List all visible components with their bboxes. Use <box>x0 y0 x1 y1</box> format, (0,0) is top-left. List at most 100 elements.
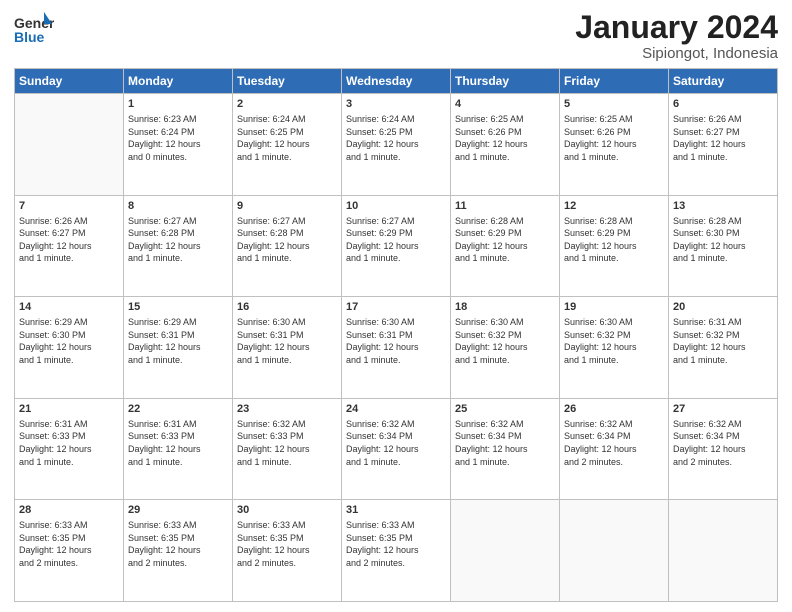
day-cell: 30Sunrise: 6:33 AM Sunset: 6:35 PM Dayli… <box>233 500 342 602</box>
day-cell: 20Sunrise: 6:31 AM Sunset: 6:32 PM Dayli… <box>669 297 778 399</box>
day-cell <box>669 500 778 602</box>
day-header-friday: Friday <box>560 69 669 94</box>
day-number: 12 <box>564 199 664 214</box>
day-cell: 18Sunrise: 6:30 AM Sunset: 6:32 PM Dayli… <box>451 297 560 399</box>
day-number: 30 <box>237 503 337 518</box>
day-cell: 2Sunrise: 6:24 AM Sunset: 6:25 PM Daylig… <box>233 94 342 196</box>
day-info: Sunrise: 6:30 AM Sunset: 6:31 PM Dayligh… <box>237 316 337 366</box>
day-info: Sunrise: 6:29 AM Sunset: 6:31 PM Dayligh… <box>128 316 228 366</box>
day-cell: 8Sunrise: 6:27 AM Sunset: 6:28 PM Daylig… <box>124 195 233 297</box>
day-info: Sunrise: 6:30 AM Sunset: 6:32 PM Dayligh… <box>455 316 555 366</box>
day-number: 13 <box>673 199 773 214</box>
day-header-thursday: Thursday <box>451 69 560 94</box>
day-header-saturday: Saturday <box>669 69 778 94</box>
day-number: 7 <box>19 199 119 214</box>
day-info: Sunrise: 6:33 AM Sunset: 6:35 PM Dayligh… <box>346 519 446 569</box>
day-cell: 4Sunrise: 6:25 AM Sunset: 6:26 PM Daylig… <box>451 94 560 196</box>
day-info: Sunrise: 6:24 AM Sunset: 6:25 PM Dayligh… <box>237 113 337 163</box>
day-cell: 15Sunrise: 6:29 AM Sunset: 6:31 PM Dayli… <box>124 297 233 399</box>
day-header-tuesday: Tuesday <box>233 69 342 94</box>
day-cell: 12Sunrise: 6:28 AM Sunset: 6:29 PM Dayli… <box>560 195 669 297</box>
day-number: 15 <box>128 300 228 315</box>
day-cell: 27Sunrise: 6:32 AM Sunset: 6:34 PM Dayli… <box>669 398 778 500</box>
day-info: Sunrise: 6:33 AM Sunset: 6:35 PM Dayligh… <box>19 519 119 569</box>
day-header-monday: Monday <box>124 69 233 94</box>
calendar-table: SundayMondayTuesdayWednesdayThursdayFrid… <box>14 68 778 602</box>
header-row: SundayMondayTuesdayWednesdayThursdayFrid… <box>15 69 778 94</box>
week-row-4: 21 Sunrise: 6:31 AM Sunset: 6:33 PM Dayli… <box>15 398 778 500</box>
day-number: 27 <box>673 402 773 417</box>
day-info: Sunrise: 6:27 AM Sunset: 6:28 PM Dayligh… <box>128 215 228 265</box>
day-cell <box>15 94 124 196</box>
day-cell: 24Sunrise: 6:32 AM Sunset: 6:34 PM Dayli… <box>342 398 451 500</box>
day-number: 20 <box>673 300 773 315</box>
day-info: Sunrise: 6:32 AM Sunset: 6:34 PM Dayligh… <box>346 418 446 468</box>
day-info: Sunrise: 6:29 AM Sunset: 6:30 PM Dayligh… <box>19 316 119 366</box>
day-info: Sunrise: 6:32 AM Sunset: 6:34 PM Dayligh… <box>673 418 773 468</box>
day-number: 31 <box>346 503 446 518</box>
day-info: Sunrise: 6:31 AM Sunset: 6:33 PM Dayligh… <box>128 418 228 468</box>
day-number: 10 <box>346 199 446 214</box>
day-cell: 21Sunrise: 6:31 AM Sunset: 6:33 PM Dayli… <box>15 398 124 500</box>
day-info: Sunrise: 6:32 AM Sunset: 6:34 PM Dayligh… <box>455 418 555 468</box>
day-info: Sunrise: 6:26 AM Sunset: 6:27 PM Dayligh… <box>673 113 773 163</box>
day-header-wednesday: Wednesday <box>342 69 451 94</box>
day-cell <box>451 500 560 602</box>
day-number: 26 <box>564 402 664 417</box>
day-cell: 5Sunrise: 6:25 AM Sunset: 6:26 PM Daylig… <box>560 94 669 196</box>
day-info: Sunrise: 6:23 AM Sunset: 6:24 PM Dayligh… <box>128 113 228 163</box>
location-subtitle: Sipiongot, Indonesia <box>575 45 778 62</box>
week-row-1: 1Sunrise: 6:23 AM Sunset: 6:24 PM Daylig… <box>15 94 778 196</box>
day-number: 19 <box>564 300 664 315</box>
page: General Blue January 2024 Sipiongot, Ind… <box>0 0 792 612</box>
week-row-3: 14Sunrise: 6:29 AM Sunset: 6:30 PM Dayli… <box>15 297 778 399</box>
day-cell: 25Sunrise: 6:32 AM Sunset: 6:34 PM Dayli… <box>451 398 560 500</box>
day-number: 5 <box>564 97 664 112</box>
day-cell: 14Sunrise: 6:29 AM Sunset: 6:30 PM Dayli… <box>15 297 124 399</box>
day-number: 21 <box>19 402 119 417</box>
day-info: Sunrise: 6:25 AM Sunset: 6:26 PM Dayligh… <box>455 113 555 163</box>
day-info: Sunrise: 6:24 AM Sunset: 6:25 PM Dayligh… <box>346 113 446 163</box>
week-row-5: 28Sunrise: 6:33 AM Sunset: 6:35 PM Dayli… <box>15 500 778 602</box>
day-number: 16 <box>237 300 337 315</box>
day-number: 8 <box>128 199 228 214</box>
day-cell: 7Sunrise: 6:26 AM Sunset: 6:27 PM Daylig… <box>15 195 124 297</box>
day-info: Sunrise: 6:28 AM Sunset: 6:30 PM Dayligh… <box>673 215 773 265</box>
day-cell: 11Sunrise: 6:28 AM Sunset: 6:29 PM Dayli… <box>451 195 560 297</box>
day-number: 11 <box>455 199 555 214</box>
day-cell: 23Sunrise: 6:32 AM Sunset: 6:33 PM Dayli… <box>233 398 342 500</box>
day-info: Sunrise: 6:33 AM Sunset: 6:35 PM Dayligh… <box>128 519 228 569</box>
day-number: 17 <box>346 300 446 315</box>
day-number: 2 <box>237 97 337 112</box>
day-cell: 17Sunrise: 6:30 AM Sunset: 6:31 PM Dayli… <box>342 297 451 399</box>
day-number: 24 <box>346 402 446 417</box>
day-info: Sunrise: 6:30 AM Sunset: 6:32 PM Dayligh… <box>564 316 664 366</box>
day-cell: 26Sunrise: 6:32 AM Sunset: 6:34 PM Dayli… <box>560 398 669 500</box>
day-cell: 9Sunrise: 6:27 AM Sunset: 6:28 PM Daylig… <box>233 195 342 297</box>
day-number: 18 <box>455 300 555 315</box>
svg-text:Blue: Blue <box>14 29 45 45</box>
day-number: 3 <box>346 97 446 112</box>
day-cell: 6Sunrise: 6:26 AM Sunset: 6:27 PM Daylig… <box>669 94 778 196</box>
day-cell: 22Sunrise: 6:31 AM Sunset: 6:33 PM Dayli… <box>124 398 233 500</box>
day-info: Sunrise: 6:27 AM Sunset: 6:29 PM Dayligh… <box>346 215 446 265</box>
day-cell: 28Sunrise: 6:33 AM Sunset: 6:35 PM Dayli… <box>15 500 124 602</box>
day-cell: 1Sunrise: 6:23 AM Sunset: 6:24 PM Daylig… <box>124 94 233 196</box>
day-info: Sunrise: 6:26 AM Sunset: 6:27 PM Dayligh… <box>19 215 119 265</box>
day-number: 25 <box>455 402 555 417</box>
day-cell: 19Sunrise: 6:30 AM Sunset: 6:32 PM Dayli… <box>560 297 669 399</box>
day-cell: 16Sunrise: 6:30 AM Sunset: 6:31 PM Dayli… <box>233 297 342 399</box>
header: General Blue January 2024 Sipiongot, Ind… <box>14 10 778 62</box>
day-cell: 13Sunrise: 6:28 AM Sunset: 6:30 PM Dayli… <box>669 195 778 297</box>
week-row-2: 7Sunrise: 6:26 AM Sunset: 6:27 PM Daylig… <box>15 195 778 297</box>
day-number: 4 <box>455 97 555 112</box>
day-info: Sunrise: 6:33 AM Sunset: 6:35 PM Dayligh… <box>237 519 337 569</box>
day-info: Sunrise: 6:31 AM Sunset: 6:32 PM Dayligh… <box>673 316 773 366</box>
month-title: January 2024 <box>575 10 778 45</box>
day-info: Sunrise: 6:28 AM Sunset: 6:29 PM Dayligh… <box>564 215 664 265</box>
day-number: 23 <box>237 402 337 417</box>
day-info: Sunrise: 6:27 AM Sunset: 6:28 PM Dayligh… <box>237 215 337 265</box>
day-info: Sunrise: 6:25 AM Sunset: 6:26 PM Dayligh… <box>564 113 664 163</box>
day-number: 6 <box>673 97 773 112</box>
day-number: 1 <box>128 97 228 112</box>
